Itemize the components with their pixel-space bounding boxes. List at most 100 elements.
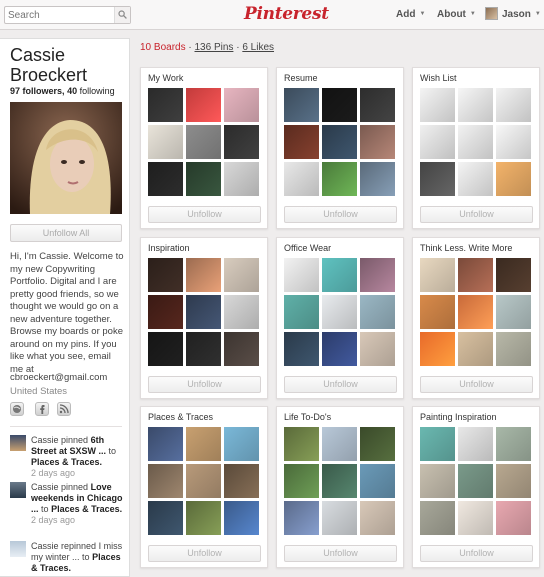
activity-thumbnail[interactable] — [10, 541, 26, 557]
board-title[interactable]: My Work — [148, 73, 183, 83]
pin-thumbnail[interactable] — [496, 332, 531, 366]
board-title[interactable]: Wish List — [420, 73, 457, 83]
pin-thumbnail[interactable] — [420, 501, 455, 535]
pin-thumbnail[interactable] — [360, 125, 395, 159]
pin-thumbnail[interactable] — [224, 332, 259, 366]
activity-thumbnail[interactable] — [10, 482, 26, 498]
pin-thumbnail[interactable] — [496, 501, 531, 535]
pin-thumbnail[interactable] — [284, 162, 319, 196]
pin-thumbnail[interactable] — [360, 258, 395, 292]
pin-thumbnail[interactable] — [148, 88, 183, 122]
board-title[interactable]: Think Less. Write More — [420, 243, 512, 253]
pin-thumbnail[interactable] — [458, 295, 493, 329]
followers-count[interactable]: 97 — [10, 86, 20, 96]
board-thumbnails[interactable] — [284, 427, 397, 535]
pin-thumbnail[interactable] — [148, 258, 183, 292]
board-title[interactable]: Resume — [284, 73, 318, 83]
pin-thumbnail[interactable] — [224, 88, 259, 122]
tab-pins[interactable]: 136 Pins — [195, 42, 234, 53]
activity-board[interactable]: Places & Traces. — [31, 457, 102, 467]
board-card[interactable]: Resume Unfollow — [276, 67, 404, 229]
pin-thumbnail[interactable] — [420, 88, 455, 122]
pin-thumbnail[interactable] — [420, 258, 455, 292]
pin-thumbnail[interactable] — [186, 162, 221, 196]
pin-thumbnail[interactable] — [148, 501, 183, 535]
board-unfollow-button[interactable]: Unfollow — [148, 376, 261, 393]
pin-thumbnail[interactable] — [360, 427, 395, 461]
pin-thumbnail[interactable] — [186, 332, 221, 366]
pin-thumbnail[interactable] — [360, 332, 395, 366]
activity-board[interactable]: Places & Traces. — [51, 504, 122, 514]
pin-thumbnail[interactable] — [496, 427, 531, 461]
pin-thumbnail[interactable] — [458, 332, 493, 366]
activity-user[interactable]: Cassie — [31, 541, 59, 551]
pin-thumbnail[interactable] — [186, 88, 221, 122]
following-count[interactable]: 40 — [67, 86, 77, 96]
pin-thumbnail[interactable] — [148, 464, 183, 498]
pin-thumbnail[interactable] — [224, 125, 259, 159]
search-button[interactable] — [114, 7, 130, 23]
nav-user[interactable]: Jason ▼ — [502, 9, 541, 20]
search-input[interactable] — [5, 7, 115, 23]
pin-thumbnail[interactable] — [458, 427, 493, 461]
board-unfollow-button[interactable]: Unfollow — [284, 376, 397, 393]
pin-thumbnail[interactable] — [496, 162, 531, 196]
nav-about[interactable]: About ▼ — [437, 9, 476, 20]
pin-thumbnail[interactable] — [458, 125, 493, 159]
board-thumbnails[interactable] — [148, 258, 261, 366]
pin-thumbnail[interactable] — [420, 332, 455, 366]
pin-thumbnail[interactable] — [148, 295, 183, 329]
pin-thumbnail[interactable] — [496, 125, 531, 159]
board-thumbnails[interactable] — [148, 88, 261, 196]
board-thumbnails[interactable] — [420, 258, 533, 366]
pin-thumbnail[interactable] — [186, 125, 221, 159]
pin-thumbnail[interactable] — [284, 125, 319, 159]
pin-thumbnail[interactable] — [322, 464, 357, 498]
pin-thumbnail[interactable] — [224, 162, 259, 196]
pin-thumbnail[interactable] — [322, 295, 357, 329]
pin-thumbnail[interactable] — [284, 295, 319, 329]
pin-thumbnail[interactable] — [284, 427, 319, 461]
board-title[interactable]: Life To-Do's — [284, 412, 331, 422]
board-title[interactable]: Painting Inspiration — [420, 412, 497, 422]
website-icon[interactable] — [10, 402, 24, 416]
pin-thumbnail[interactable] — [458, 501, 493, 535]
following-label[interactable]: following — [80, 86, 115, 96]
board-unfollow-button[interactable]: Unfollow — [284, 206, 397, 223]
pin-thumbnail[interactable] — [224, 464, 259, 498]
pin-thumbnail[interactable] — [148, 332, 183, 366]
board-card[interactable]: My Work Unfollow — [140, 67, 268, 229]
pin-thumbnail[interactable] — [284, 464, 319, 498]
pin-thumbnail[interactable] — [148, 125, 183, 159]
pin-thumbnail[interactable] — [186, 464, 221, 498]
facebook-icon[interactable] — [35, 402, 49, 416]
profile-email[interactable]: cbroeckert@gmail.com — [10, 372, 107, 383]
pin-thumbnail[interactable] — [186, 501, 221, 535]
pin-thumbnail[interactable] — [186, 427, 221, 461]
pin-thumbnail[interactable] — [360, 88, 395, 122]
pin-thumbnail[interactable] — [420, 427, 455, 461]
pin-thumbnail[interactable] — [322, 125, 357, 159]
board-card[interactable]: Wish List Unfollow — [412, 67, 540, 229]
board-unfollow-button[interactable]: Unfollow — [148, 206, 261, 223]
pin-thumbnail[interactable] — [458, 162, 493, 196]
board-unfollow-button[interactable]: Unfollow — [148, 545, 261, 562]
pin-thumbnail[interactable] — [496, 295, 531, 329]
pin-thumbnail[interactable] — [420, 162, 455, 196]
pinterest-logo[interactable]: Pinterest — [244, 4, 329, 24]
pin-thumbnail[interactable] — [322, 332, 357, 366]
pin-thumbnail[interactable] — [360, 464, 395, 498]
board-card[interactable]: Places & Traces Unfollow — [140, 406, 268, 568]
board-card[interactable]: Life To-Do's Unfollow — [276, 406, 404, 568]
pin-thumbnail[interactable] — [458, 258, 493, 292]
followers-label[interactable]: followers, — [23, 86, 65, 96]
pin-thumbnail[interactable] — [284, 332, 319, 366]
pin-thumbnail[interactable] — [224, 295, 259, 329]
board-thumbnails[interactable] — [284, 88, 397, 196]
board-thumbnails[interactable] — [284, 258, 397, 366]
activity-user[interactable]: Cassie — [31, 435, 59, 445]
rss-icon[interactable] — [57, 402, 71, 416]
pin-thumbnail[interactable] — [322, 501, 357, 535]
tab-likes[interactable]: 6 Likes — [242, 42, 274, 53]
pin-thumbnail[interactable] — [496, 258, 531, 292]
